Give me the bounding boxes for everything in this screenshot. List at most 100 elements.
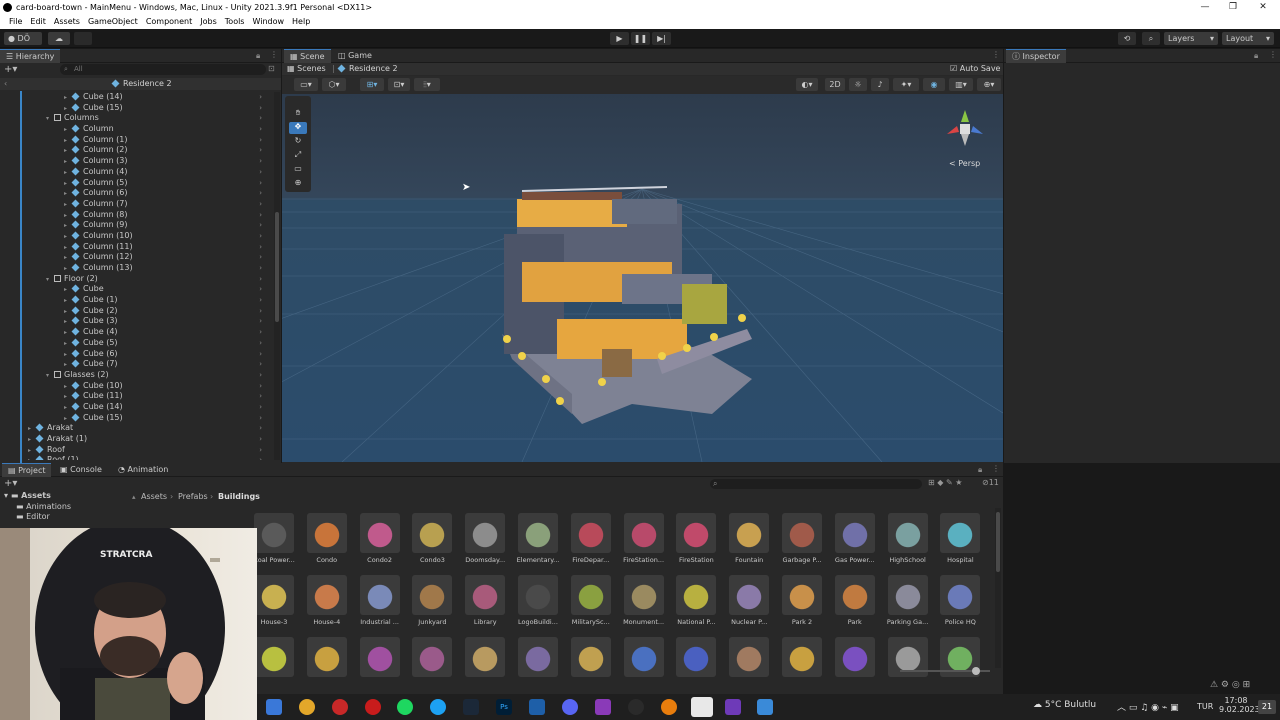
hierarchy-item[interactable]: ▸ Column (4) › bbox=[0, 167, 272, 178]
open-prefab-arrow-icon[interactable]: › bbox=[259, 327, 262, 338]
asset-item[interactable]: Condo bbox=[303, 513, 351, 564]
open-prefab-arrow-icon[interactable]: › bbox=[259, 199, 262, 210]
asset-item[interactable]: Park 2 bbox=[778, 575, 826, 626]
open-prefab-arrow-icon[interactable]: › bbox=[259, 316, 262, 327]
open-prefab-arrow-icon[interactable]: › bbox=[259, 284, 262, 295]
breadcrumb-prefabs[interactable]: Prefabs bbox=[178, 491, 208, 503]
asset-item[interactable]: Gas Power... bbox=[831, 513, 879, 564]
pivot-dropdown[interactable]: ⊡▾ bbox=[388, 78, 410, 91]
camera-dropdown[interactable]: ▥▾ bbox=[949, 78, 973, 91]
visual-studio-icon[interactable] bbox=[725, 699, 741, 715]
project-scrollbar[interactable] bbox=[995, 508, 1001, 668]
collab-button[interactable] bbox=[74, 32, 92, 45]
hierarchy-item[interactable]: ▸ Cube (14) › bbox=[0, 92, 272, 103]
asset-item[interactable] bbox=[250, 637, 298, 677]
asset-item[interactable] bbox=[620, 637, 668, 677]
open-prefab-arrow-icon[interactable]: › bbox=[259, 210, 262, 221]
more-icon[interactable]: ⋮ bbox=[270, 50, 278, 59]
tab-console[interactable]: ▣ Console bbox=[54, 463, 108, 477]
open-prefab-arrow-icon[interactable]: › bbox=[259, 306, 262, 317]
app-icon[interactable] bbox=[332, 699, 348, 715]
minimize-button[interactable]: — bbox=[1190, 0, 1220, 15]
menu-gameobject[interactable]: GameObject bbox=[84, 15, 142, 29]
asset-item[interactable]: Condo2 bbox=[356, 513, 404, 564]
folder-animations[interactable]: ▬ Animations bbox=[0, 502, 138, 513]
filter-icon[interactable]: ⊡ bbox=[268, 64, 275, 73]
building-model[interactable] bbox=[502, 186, 752, 424]
chrome-icon[interactable] bbox=[299, 699, 315, 715]
tab-inspector[interactable]: ⓘ Inspector bbox=[1006, 49, 1066, 63]
hierarchy-item[interactable]: ▸ Cube (14) › bbox=[0, 402, 272, 413]
asset-item[interactable] bbox=[778, 637, 826, 677]
hierarchy-item[interactable]: ▸ Cube (11) › bbox=[0, 391, 272, 402]
maximize-button[interactable]: ❐ bbox=[1218, 0, 1248, 15]
asset-item[interactable]: Industrial ... bbox=[356, 575, 404, 626]
light-icon[interactable]: ☼ bbox=[849, 78, 867, 91]
open-prefab-arrow-icon[interactable]: › bbox=[259, 263, 262, 274]
opera-icon[interactable] bbox=[365, 699, 381, 715]
asset-item[interactable] bbox=[672, 637, 720, 677]
asset-item[interactable]: Hospital bbox=[936, 513, 984, 564]
hierarchy-item[interactable]: ▸ Cube (4) › bbox=[0, 327, 272, 338]
discord-icon[interactable] bbox=[562, 699, 578, 715]
breadcrumb-assets[interactable]: Assets bbox=[141, 491, 167, 503]
asset-item[interactable]: Elementary... bbox=[514, 513, 562, 564]
asset-item[interactable] bbox=[356, 637, 404, 677]
asset-item[interactable] bbox=[831, 637, 879, 677]
hierarchy-search-input[interactable]: ⌕ All bbox=[60, 64, 266, 75]
hierarchy-item[interactable]: ▸ Column (6) › bbox=[0, 188, 272, 199]
open-prefab-arrow-icon[interactable]: › bbox=[259, 402, 262, 413]
hierarchy-item[interactable]: ▸ Cube (3) › bbox=[0, 316, 272, 327]
filter-icons[interactable]: ⊞ ◆ ✎ ★ bbox=[928, 478, 962, 487]
pause-button[interactable]: ❚❚ bbox=[631, 32, 650, 45]
asset-item[interactable]: Garbage P... bbox=[778, 513, 826, 564]
open-prefab-arrow-icon[interactable]: › bbox=[259, 124, 262, 135]
tray-icons[interactable]: ︿ ▭ ♫ ◉ ⌁ ▣ bbox=[1117, 700, 1179, 713]
scale-tool-icon[interactable]: ⤢ bbox=[289, 150, 307, 162]
asset-item[interactable]: National P... bbox=[672, 575, 720, 626]
projection-label[interactable]: < Persp bbox=[949, 159, 980, 168]
hierarchy-item[interactable]: ▾ Floor (2) › bbox=[0, 274, 272, 285]
search-icon[interactable]: ⌕ bbox=[1142, 32, 1160, 45]
hierarchy-item[interactable]: ▸ Column (11) › bbox=[0, 242, 272, 253]
open-prefab-arrow-icon[interactable]: › bbox=[259, 178, 262, 189]
open-prefab-arrow-icon[interactable]: › bbox=[259, 113, 262, 124]
layout-dropdown[interactable]: Layout ▾ bbox=[1222, 32, 1274, 45]
asset-item[interactable] bbox=[461, 637, 509, 677]
slider-handle[interactable] bbox=[972, 667, 980, 675]
asset-item[interactable]: MilitarySc... bbox=[567, 575, 615, 626]
hierarchy-item[interactable]: ▸ Arakat › bbox=[0, 423, 272, 434]
rect-tool-icon[interactable]: ▭ bbox=[289, 164, 307, 176]
open-prefab-arrow-icon[interactable]: › bbox=[259, 445, 262, 456]
vscode-icon[interactable] bbox=[529, 699, 545, 715]
breadcrumb-buildings[interactable]: Buildings bbox=[218, 491, 260, 503]
open-prefab-arrow-icon[interactable]: › bbox=[259, 252, 262, 263]
open-prefab-arrow-icon[interactable]: › bbox=[259, 103, 262, 114]
asset-item[interactable]: Parking Ga... bbox=[884, 575, 932, 626]
hierarchy-item[interactable]: ▸ Cube (5) › bbox=[0, 338, 272, 349]
asset-item[interactable]: House-3 bbox=[250, 575, 298, 626]
asset-item[interactable] bbox=[514, 637, 562, 677]
open-prefab-arrow-icon[interactable]: › bbox=[259, 92, 262, 103]
open-prefab-arrow-icon[interactable]: › bbox=[259, 188, 262, 199]
rotate-tool-icon[interactable]: ↻ bbox=[289, 136, 307, 148]
open-prefab-arrow-icon[interactable]: › bbox=[259, 145, 262, 156]
asset-item[interactable]: House-4 bbox=[303, 575, 351, 626]
hierarchy-item[interactable]: ▸ Cube (10) › bbox=[0, 381, 272, 392]
scene-viewport[interactable]: ✋︎ ✥ ↻ ⤢ ▭ ⊕ < Persp ➤ bbox=[282, 94, 1003, 462]
blender-icon[interactable] bbox=[661, 699, 677, 715]
asset-item[interactable]: Junkyard bbox=[408, 575, 456, 626]
hierarchy-scrollbar[interactable] bbox=[274, 92, 280, 460]
folder-toggle-icon[interactable]: ▴ bbox=[132, 491, 136, 503]
photoshop-icon[interactable]: Ps bbox=[496, 699, 512, 715]
open-prefab-arrow-icon[interactable]: › bbox=[259, 413, 262, 424]
asset-item[interactable]: FireStation bbox=[672, 513, 720, 564]
open-prefab-arrow-icon[interactable]: › bbox=[259, 381, 262, 392]
auto-save-toggle[interactable]: ☑ Auto Save bbox=[950, 63, 1000, 75]
clock[interactable]: 17:08 9.02.2023 bbox=[1219, 696, 1260, 714]
folder-editor[interactable]: ▬ Editor bbox=[0, 512, 138, 523]
hierarchy-item[interactable]: ▾ Columns › bbox=[0, 113, 272, 124]
hierarchy-item[interactable]: ▸ Column (2) › bbox=[0, 145, 272, 156]
open-prefab-arrow-icon[interactable]: › bbox=[259, 135, 262, 146]
asset-item[interactable]: Doomsday... bbox=[461, 513, 509, 564]
